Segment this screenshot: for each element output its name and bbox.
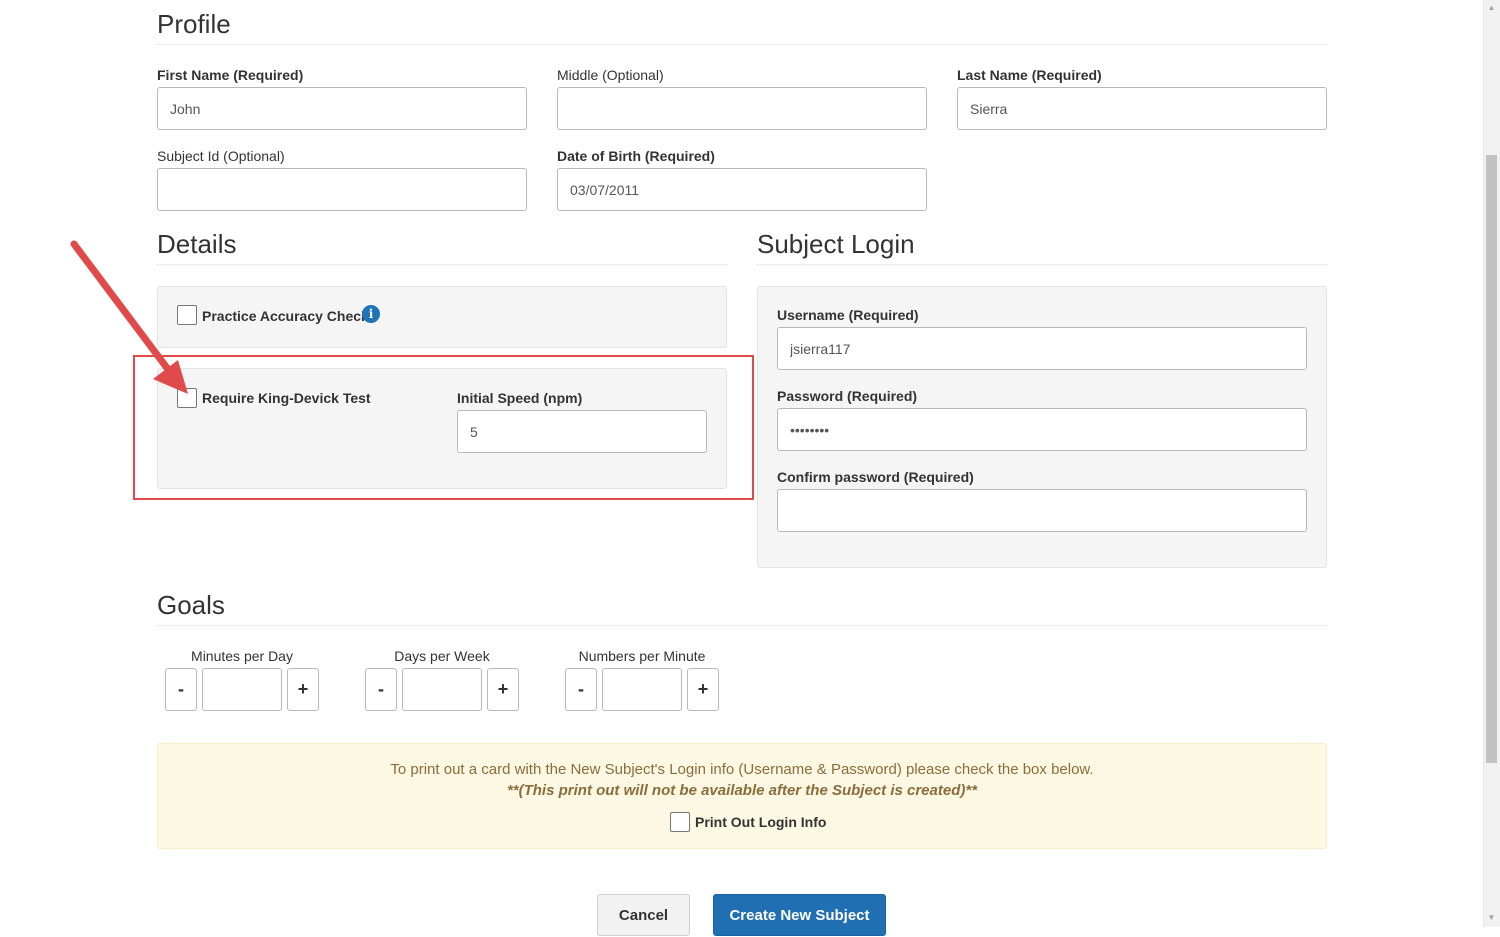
- confirm-password-field[interactable]: [777, 489, 1307, 532]
- subject-login-heading: Subject Login: [757, 229, 915, 259]
- password-field[interactable]: [777, 408, 1307, 451]
- details-divider: [157, 264, 727, 265]
- increment-button[interactable]: +: [287, 668, 319, 711]
- scrollbar-thumb[interactable]: [1486, 155, 1497, 763]
- annotation-highlight-box: [133, 355, 754, 500]
- create-new-subject-button[interactable]: Create New Subject: [713, 894, 886, 936]
- last-name-label: Last Name (Required): [957, 67, 1102, 83]
- print-login-checkbox[interactable]: [670, 812, 690, 832]
- notice-warning-text: **(This print out will not be available …: [506, 782, 978, 799]
- middle-name-label: Middle (Optional): [557, 67, 664, 83]
- username-field[interactable]: [777, 327, 1307, 370]
- profile-heading: Profile: [157, 9, 231, 39]
- first-name-field[interactable]: [157, 87, 527, 130]
- annotation-arrow-icon: [70, 240, 188, 394]
- cancel-button[interactable]: Cancel: [597, 894, 690, 936]
- dob-field[interactable]: [557, 168, 927, 211]
- goal-input[interactable]: [602, 668, 682, 711]
- goals-divider: [157, 625, 1327, 626]
- goal-input[interactable]: [202, 668, 282, 711]
- goal-label: Days per Week: [394, 648, 490, 664]
- scroll-up-icon[interactable]: ▲: [1486, 2, 1497, 14]
- decrement-button[interactable]: -: [365, 668, 397, 711]
- first-name-label: First Name (Required): [157, 67, 304, 83]
- print-login-label: Print Out Login Info: [695, 814, 827, 830]
- goals-heading: Goals: [157, 590, 225, 620]
- print-login-notice: To print out a card with the New Subject…: [157, 743, 1327, 849]
- middle-name-field[interactable]: [557, 87, 927, 130]
- goal-label: Numbers per Minute: [578, 648, 706, 664]
- goal-input[interactable]: [402, 668, 482, 711]
- dob-label: Date of Birth (Required): [557, 148, 715, 164]
- profile-divider: [157, 44, 1327, 45]
- password-label: Password (Required): [777, 388, 918, 404]
- notice-text: To print out a card with the New Subject…: [390, 761, 1094, 778]
- username-label: Username (Required): [777, 307, 919, 323]
- goal-label: Minutes per Day: [191, 648, 293, 664]
- decrement-button[interactable]: -: [165, 668, 197, 711]
- subject-login-divider: [757, 264, 1327, 265]
- subject-id-label: Subject Id (Optional): [157, 148, 285, 164]
- practice-accuracy-label: Practice Accuracy Check: [202, 308, 369, 324]
- decrement-button[interactable]: -: [565, 668, 597, 711]
- subject-id-field[interactable]: [157, 168, 527, 211]
- increment-button[interactable]: +: [687, 668, 719, 711]
- confirm-password-label: Confirm password (Required): [777, 469, 974, 485]
- scroll-down-icon[interactable]: ▼: [1486, 912, 1497, 924]
- last-name-field[interactable]: [957, 87, 1327, 130]
- info-icon[interactable]: i: [362, 305, 380, 323]
- increment-button[interactable]: +: [487, 668, 519, 711]
